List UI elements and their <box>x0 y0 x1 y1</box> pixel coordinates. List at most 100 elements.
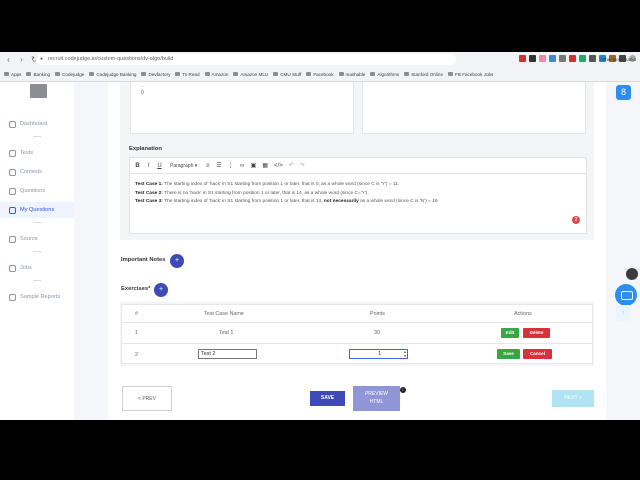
bookmark-item[interactable]: Devfactory <box>141 72 170 77</box>
add-exercise-button[interactable]: + <box>154 283 168 297</box>
question-icon <box>9 187 16 195</box>
sidebar-item-sample-reports[interactable]: Sample Reports <box>0 289 74 305</box>
folder-icon <box>448 72 454 76</box>
sidebar-item-tests[interactable]: Tests <box>0 145 74 161</box>
folder-icon <box>4 72 9 76</box>
sidebar-item-questions[interactable]: Questions <box>0 183 74 199</box>
bookmark-item[interactable]: Codejudge Banking <box>89 72 136 77</box>
bookmark-label: Apps <box>11 71 22 77</box>
delete-button[interactable]: Delete <box>523 328 550 338</box>
bookmark-label: Devfactory <box>148 71 171 77</box>
bookmark-item[interactable]: Banking <box>26 72 50 77</box>
bookmark-item[interactable]: FB Facebook Jobs <box>448 72 493 77</box>
paragraph-select[interactable]: Paragraph ▾ <box>168 163 199 169</box>
link-icon[interactable]: ∞ <box>240 163 245 169</box>
scroll-top-icon[interactable]: ↑ <box>616 305 630 321</box>
extension-icon[interactable] <box>589 55 596 62</box>
logo <box>30 84 47 98</box>
browser-chrome: ‹ › ↻ ● recruit.codejudge.io/custom-ques… <box>0 52 640 82</box>
briefcase-icon <box>9 264 16 272</box>
numbered-list-icon[interactable]: ⋮ <box>228 162 234 169</box>
align-icon[interactable]: ≡ <box>205 163 210 169</box>
explanation-line: Test Case 3: The starting index of 'hack… <box>135 199 439 204</box>
folder-icon <box>204 72 210 76</box>
preview-html-button[interactable]: PREVIEW HTML <box>353 386 400 411</box>
explanation-editor[interactable]: B I U Paragraph ▾ ≡ ☰ ⋮ ∞ ▣ ▦ </> ↶ ↷ Te… <box>129 157 587 234</box>
output-box[interactable] <box>362 82 586 134</box>
editor-body[interactable]: Test Case 1: The starting index of 'hack… <box>135 181 575 207</box>
bookmark-item[interactable]: Algorithms <box>370 72 399 77</box>
main-content: - 0 Explanation B I U Paragraph ▾ ≡ ☰ ⋮ … <box>108 82 606 420</box>
bookmark-label: FB Facebook Jobs <box>455 71 494 77</box>
message-icon[interactable] <box>626 268 638 280</box>
folder-icon <box>141 72 147 76</box>
other-bookmarks[interactable]: Other Bookmarks <box>600 57 636 62</box>
points-input[interactable]: 1 ▴ ▾ <box>349 349 408 359</box>
folder-icon <box>26 72 32 76</box>
exercises-label: Exercises* <box>121 286 151 292</box>
bullet-list-icon[interactable]: ☰ <box>216 162 221 169</box>
underline-button[interactable]: U <box>157 163 162 169</box>
important-notes-label: Important Notes <box>121 257 166 263</box>
stepper-icon[interactable]: ▴ ▾ <box>404 350 406 358</box>
exercises-table: # Test Case Name Points Actions 1 Test 1… <box>120 302 594 366</box>
back-icon[interactable]: ‹ <box>4 55 13 64</box>
sidebar-item-contests[interactable]: Contests <box>0 164 74 180</box>
bookmark-item[interactable]: Amazon MLU <box>233 72 268 77</box>
save-button[interactable]: SAVE <box>310 391 345 406</box>
bookmark-item[interactable]: Facebook <box>306 72 334 77</box>
folder-icon <box>338 72 344 76</box>
sidebar-item-dashboard[interactable]: Dashboard <box>0 116 74 132</box>
save-row-button[interactable]: Save <box>497 349 520 359</box>
extension-icon[interactable] <box>579 55 586 62</box>
add-important-note-button[interactable]: + <box>170 254 184 268</box>
column-header: Points <box>370 311 385 317</box>
folder-icon <box>404 72 410 76</box>
home-icon <box>9 120 16 128</box>
folder-icon <box>175 72 181 76</box>
image-icon[interactable]: ▣ <box>251 162 257 169</box>
extension-icon[interactable] <box>519 55 526 62</box>
info-icon[interactable]: i <box>400 387 406 393</box>
bold-button[interactable]: B <box>135 163 140 169</box>
sidebar-item-jobs[interactable]: Jobs <box>0 260 74 276</box>
extension-icon[interactable] <box>539 55 546 62</box>
chat-icon[interactable] <box>615 284 637 306</box>
code-icon[interactable]: </> <box>274 163 283 169</box>
help-badge[interactable]: 8 <box>616 85 631 100</box>
edit-button[interactable]: Edit <box>501 328 519 338</box>
folder-icon <box>370 72 376 76</box>
extension-icon[interactable] <box>529 55 536 62</box>
italic-button[interactable]: I <box>146 163 151 169</box>
bookmark-item[interactable]: Amazon <box>204 71 229 77</box>
folder-icon <box>273 72 279 76</box>
sidebar-item-label: Questions <box>20 188 46 194</box>
bookmark-item[interactable]: Stanford Online <box>404 72 443 77</box>
bookmark-label: Amazon MLU <box>240 71 269 77</box>
forward-icon[interactable]: › <box>17 55 26 64</box>
bookmark-item[interactable]: To Read <box>175 72 200 77</box>
error-count-badge[interactable]: 2 <box>572 216 580 224</box>
extension-icon[interactable] <box>559 55 566 62</box>
column-header: # <box>135 311 138 317</box>
sidebar-item-my-questions[interactable]: My Questions <box>0 202 74 218</box>
table-icon[interactable]: ▦ <box>262 162 268 169</box>
test-case-name-input[interactable]: Test 2 <box>198 349 257 359</box>
input-box[interactable]: - 0 <box>130 82 354 134</box>
extension-icon[interactable] <box>569 55 576 62</box>
undo-icon[interactable]: ↶ <box>289 162 294 169</box>
sidebar-item-source[interactable]: Source <box>0 231 74 247</box>
sidebar-item-label: Contests <box>20 169 43 175</box>
bookmark-label: Amazon <box>211 71 229 77</box>
bookmark-item[interactable]: CMU Stuff <box>273 72 301 77</box>
next-button[interactable]: NEXT > <box>552 390 594 407</box>
prev-button[interactable]: < PREV <box>122 386 172 411</box>
extension-icon[interactable] <box>549 55 556 62</box>
bookmark-item[interactable]: Apps <box>4 72 21 77</box>
bookmark-item[interactable]: Codejudge <box>55 72 84 77</box>
redo-icon[interactable]: ↷ <box>300 162 305 169</box>
cancel-button[interactable]: Cancel <box>523 349 552 359</box>
bookmark-item[interactable]: mashable <box>338 72 365 77</box>
url-bar[interactable]: ● recruit.codejudge.io/custom-questions/… <box>36 54 456 65</box>
sidebar-item-label: My Questions <box>20 207 55 213</box>
